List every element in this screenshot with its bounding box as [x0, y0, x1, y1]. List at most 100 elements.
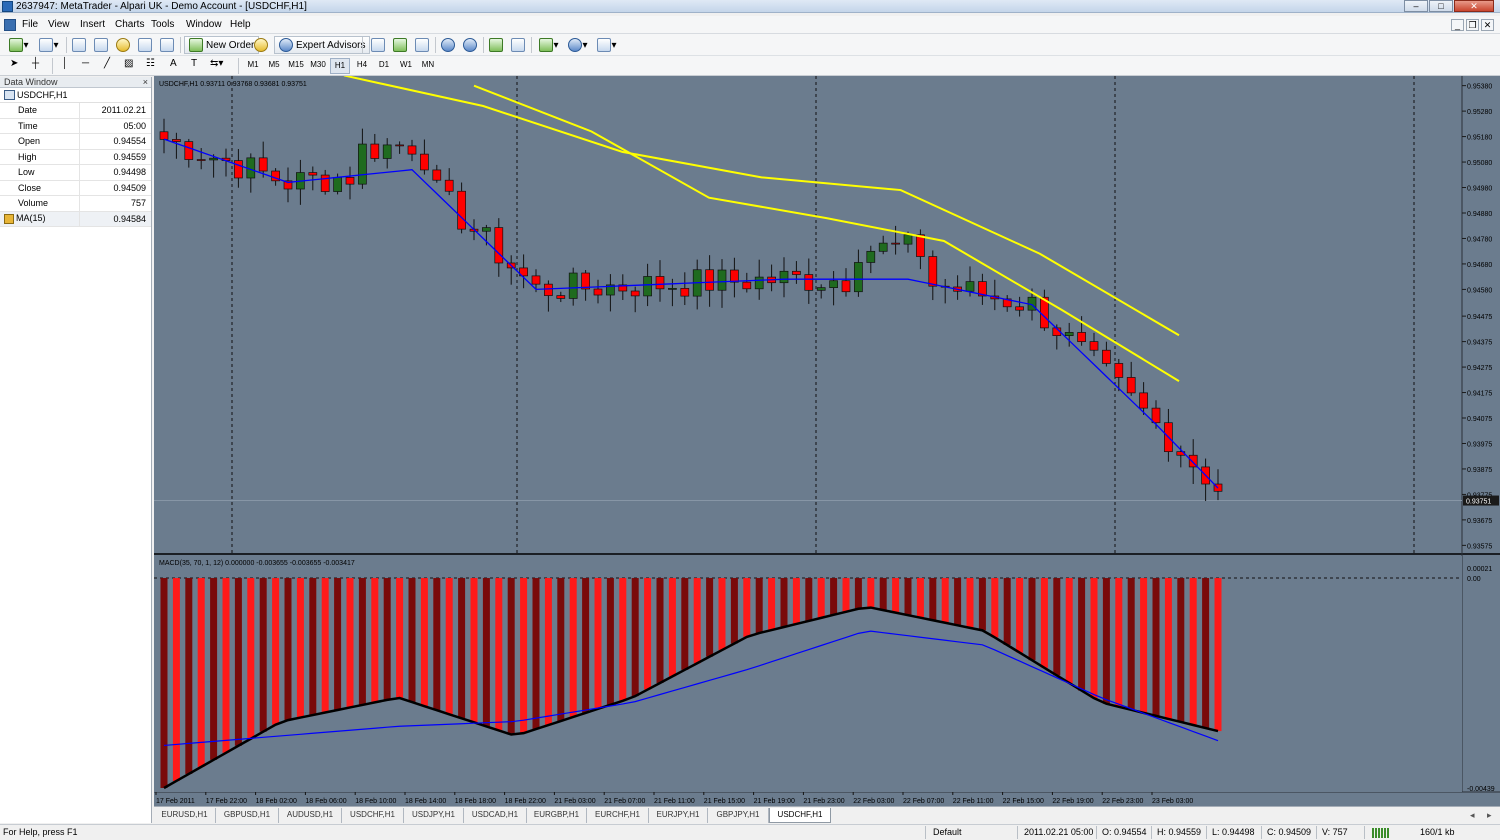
menu-window[interactable]: Window: [186, 18, 222, 32]
candle-body: [705, 269, 714, 291]
new-order-button[interactable]: New Order: [184, 36, 260, 54]
tab-gbpjpy[interactable]: GBPJPY,H1: [708, 808, 769, 823]
arrows-tool-icon[interactable]: ⇆▾: [210, 57, 223, 70]
data-row-volume: Volume 757: [0, 196, 151, 212]
equidistant-channel-icon[interactable]: ▨: [124, 57, 133, 70]
templates-button[interactable]: ▾: [594, 36, 620, 54]
profiles-button[interactable]: ▾: [36, 36, 62, 54]
macd-histogram-bar: [321, 578, 329, 713]
crosshair-tool-icon[interactable]: ┼: [32, 57, 39, 70]
macd-histogram-bar: [954, 578, 962, 626]
timeframe-m30[interactable]: M30: [308, 58, 328, 72]
timeframe-m5[interactable]: M5: [264, 58, 284, 72]
tab-audusd[interactable]: AUDUSD,H1: [279, 808, 342, 823]
strategy-tester-button[interactable]: [158, 36, 176, 54]
tab-eurusd[interactable]: EURUSD,H1: [154, 808, 216, 823]
new-chart-button[interactable]: ▾: [6, 36, 32, 54]
title-bar: 2637947: MetaTrader - Alpari UK - Demo A…: [0, 0, 1500, 13]
menu-insert[interactable]: Insert: [80, 18, 105, 32]
candle-body: [680, 288, 690, 297]
text-tool[interactable]: A: [170, 57, 177, 70]
timeframe-h4[interactable]: H4: [352, 58, 372, 72]
data-row-low: Low 0.94498: [0, 165, 151, 181]
zoom-out-button[interactable]: [461, 36, 479, 54]
periods-button[interactable]: ▾: [565, 36, 591, 54]
trendline-icon[interactable]: ╱: [104, 57, 110, 70]
bar-chart-button[interactable]: [369, 36, 387, 54]
tabs-scroll-right-icon[interactable]: ▸: [1487, 809, 1492, 821]
timeframe-m1[interactable]: M1: [243, 58, 263, 72]
chart-window[interactable]: 0.95380 0.95280 0.95180 0.95080 0.94980 0.948…: [154, 76, 1500, 806]
terminal-button[interactable]: [136, 36, 154, 54]
metaeditor-button[interactable]: [252, 36, 270, 54]
menu-tools[interactable]: Tools: [151, 18, 174, 32]
macd-histogram-bar: [1090, 578, 1098, 699]
tab-usdchf-1[interactable]: USDCHF,H1: [342, 808, 404, 823]
mdi-close-button[interactable]: ✕: [1481, 19, 1494, 31]
indicator-icon: [4, 213, 14, 224]
zoom-in-button[interactable]: [439, 36, 457, 54]
macd-histogram-bar: [470, 578, 478, 723]
horizontal-line-icon[interactable]: ─: [82, 57, 89, 70]
market-watch-button[interactable]: [70, 36, 88, 54]
time-tick-label: 21 Feb 19:00: [754, 798, 795, 805]
timeframe-h1[interactable]: H1: [330, 58, 350, 74]
macd-histogram-bar: [966, 578, 974, 628]
data-window-title-text: Data Window: [4, 77, 58, 87]
data-key: Time: [0, 118, 80, 133]
time-tick-label: 22 Feb 11:00: [953, 798, 994, 805]
time-tick-label: 17 Feb 2011: [156, 798, 195, 805]
cursor-tool-icon[interactable]: ➤: [10, 57, 18, 70]
timeframe-d1[interactable]: D1: [374, 58, 394, 72]
tab-gbpusd[interactable]: GBPUSD,H1: [216, 808, 279, 823]
menu-file[interactable]: File: [22, 18, 38, 32]
menu-view[interactable]: View: [48, 18, 70, 32]
macd-histogram-bar: [892, 578, 900, 613]
navigator-button[interactable]: [114, 36, 132, 54]
candle-body: [655, 276, 665, 290]
menu-charts[interactable]: Charts: [115, 18, 144, 32]
candle-body: [395, 144, 404, 147]
macd-histogram-bar: [582, 578, 590, 713]
status-close: C: 0.94509: [1267, 827, 1312, 837]
price-tick-label: 0.94075: [1467, 416, 1492, 423]
data-window-button[interactable]: [92, 36, 110, 54]
macd-histogram-bar: [1040, 578, 1048, 668]
candlesticks-button[interactable]: [391, 36, 409, 54]
close-button[interactable]: ✕: [1454, 0, 1494, 12]
fibonacci-icon[interactable]: ☷: [146, 57, 155, 70]
tabs-scroll-left-icon[interactable]: ◂: [1470, 809, 1475, 821]
tab-eurjpy[interactable]: EURJPY,H1: [649, 808, 708, 823]
text-label-tool[interactable]: T: [191, 57, 197, 70]
menu-help[interactable]: Help: [230, 18, 251, 32]
time-tick-label: 18 Feb 22:00: [505, 798, 546, 805]
indicators-button[interactable]: ▾: [536, 36, 562, 54]
price-tick-label: 0.93675: [1467, 518, 1492, 525]
chart-shift-button[interactable]: [509, 36, 527, 54]
price-chart-svg[interactable]: 0.95380 0.95280 0.95180 0.95080 0.94980 0.948…: [154, 76, 1500, 806]
timeframe-w1[interactable]: W1: [396, 58, 416, 72]
tab-eurchf[interactable]: EURCHF,H1: [587, 808, 649, 823]
tab-usdcad[interactable]: USDCAD,H1: [464, 808, 527, 823]
candle-body: [209, 157, 218, 161]
data-window-close-button[interactable]: ×: [143, 77, 148, 88]
expert-advisors-icon: [279, 38, 293, 52]
tab-eurgbp[interactable]: EURGBP,H1: [527, 808, 587, 823]
auto-scroll-button[interactable]: [487, 36, 505, 54]
crosshair-icon: [94, 38, 108, 52]
tab-usdchf-active[interactable]: USDCHF,H1: [769, 808, 831, 823]
vertical-line-icon[interactable]: │: [62, 57, 68, 70]
expert-advisors-button[interactable]: Expert Advisors: [274, 36, 371, 54]
minimize-button[interactable]: –: [1404, 0, 1428, 12]
line-chart-button[interactable]: [413, 36, 431, 54]
tab-usdjpy[interactable]: USDJPY,H1: [404, 808, 464, 823]
timeframe-mn[interactable]: MN: [418, 58, 438, 72]
time-tick-label: 18 Feb 10:00: [355, 798, 396, 805]
mdi-minimize-button[interactable]: _: [1451, 19, 1464, 31]
timeframe-m15[interactable]: M15: [286, 58, 306, 72]
chart-window-icon[interactable]: [4, 19, 16, 31]
maximize-button[interactable]: □: [1429, 0, 1453, 12]
mdi-restore-button[interactable]: ❐: [1466, 19, 1479, 31]
data-row-ma: MA(15) 0.94584: [0, 211, 151, 227]
time-tick-label: 22 Feb 23:00: [1102, 798, 1143, 805]
